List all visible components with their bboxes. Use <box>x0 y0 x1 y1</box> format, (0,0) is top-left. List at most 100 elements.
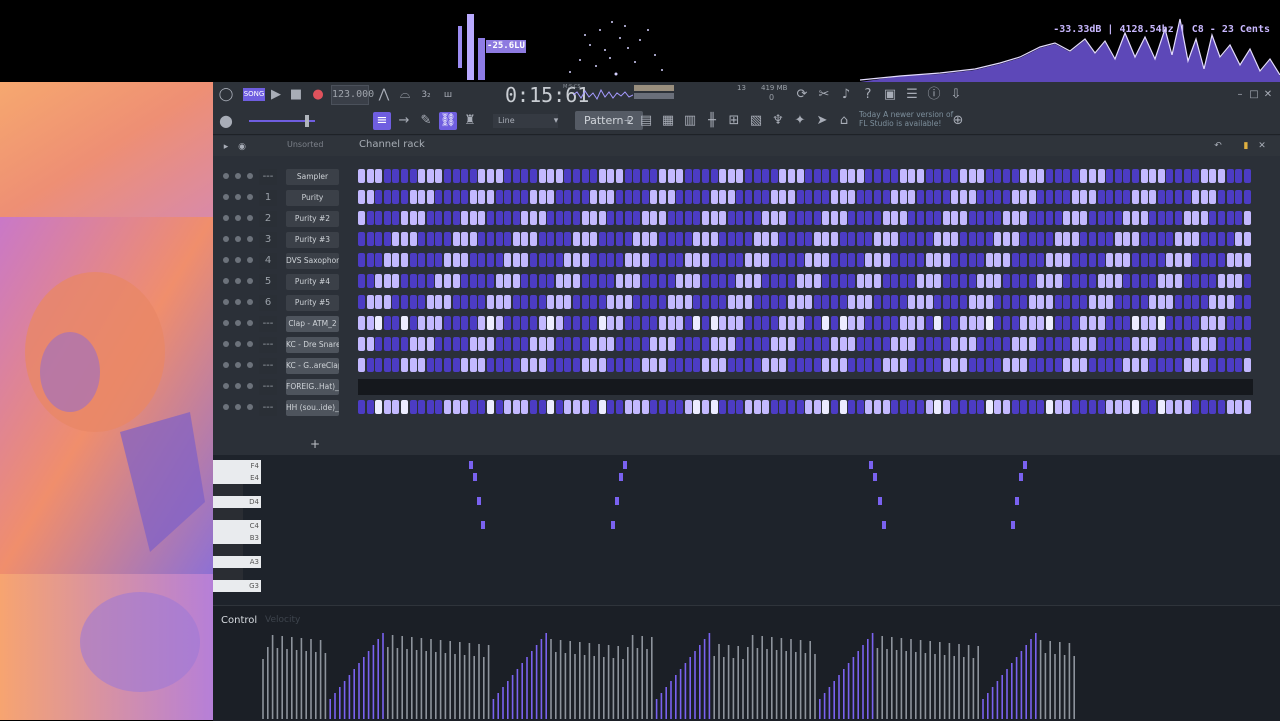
step-button[interactable] <box>779 400 787 414</box>
step-button[interactable] <box>547 211 555 225</box>
step-button[interactable] <box>401 232 408 246</box>
step-button[interactable] <box>375 337 383 351</box>
step-button[interactable] <box>977 295 985 309</box>
step-button[interactable] <box>1226 190 1234 204</box>
step-button[interactable] <box>1226 400 1234 414</box>
step-button[interactable] <box>504 316 512 330</box>
step-button[interactable] <box>882 358 890 372</box>
step-button[interactable] <box>581 211 589 225</box>
note[interactable] <box>882 521 886 529</box>
step-button[interactable] <box>770 274 778 288</box>
step-button[interactable] <box>865 232 873 246</box>
step-button[interactable] <box>1183 316 1191 330</box>
step-button[interactable] <box>762 211 770 225</box>
step-button[interactable] <box>727 211 735 225</box>
step-button[interactable] <box>1226 358 1234 372</box>
step-button[interactable] <box>1200 169 1208 183</box>
step-button[interactable] <box>1132 295 1139 309</box>
step-sequencer[interactable] <box>358 274 1253 290</box>
step-button[interactable] <box>942 295 950 309</box>
step-button[interactable] <box>899 337 907 351</box>
step-button[interactable] <box>426 337 434 351</box>
plugin-picker-icon[interactable]: ▧ <box>747 112 765 130</box>
step-button[interactable] <box>512 358 520 372</box>
step-button[interactable] <box>590 190 598 204</box>
step-button[interactable] <box>1020 190 1028 204</box>
step-button[interactable] <box>839 232 847 246</box>
step-button[interactable] <box>469 253 477 267</box>
step-button[interactable] <box>1046 190 1053 204</box>
note[interactable] <box>611 521 615 529</box>
wait-input-icon[interactable]: ⌓ <box>396 86 414 104</box>
step-button[interactable] <box>624 190 632 204</box>
step-button[interactable] <box>1003 169 1010 183</box>
step-button[interactable] <box>1209 232 1217 246</box>
step-button[interactable] <box>504 169 512 183</box>
step-button[interactable] <box>530 358 537 372</box>
step-button[interactable] <box>1097 316 1105 330</box>
step-button[interactable] <box>375 253 383 267</box>
master-volume-knob[interactable]: ● <box>217 112 235 130</box>
channel-mixer-track[interactable]: --- <box>259 337 277 353</box>
step-button[interactable] <box>1166 337 1174 351</box>
speaker-icon[interactable]: ➤ <box>813 112 831 130</box>
step-button[interactable] <box>848 190 856 204</box>
step-button[interactable] <box>598 295 606 309</box>
step-sequencer[interactable] <box>358 316 1253 332</box>
step-button[interactable] <box>1123 253 1131 267</box>
step-button[interactable] <box>770 316 778 330</box>
step-button[interactable] <box>1157 316 1165 330</box>
step-button[interactable] <box>435 274 443 288</box>
step-button[interactable] <box>796 169 804 183</box>
step-button[interactable] <box>908 211 916 225</box>
channel-volume-knob[interactable] <box>247 362 253 368</box>
step-button[interactable] <box>1037 190 1045 204</box>
step-button[interactable] <box>934 358 942 372</box>
step-button[interactable] <box>478 295 486 309</box>
step-button[interactable] <box>676 274 684 288</box>
step-button[interactable] <box>1123 169 1131 183</box>
step-button[interactable] <box>968 295 976 309</box>
step-button[interactable] <box>633 253 641 267</box>
step-button[interactable] <box>598 358 606 372</box>
step-button[interactable] <box>401 190 408 204</box>
step-button[interactable] <box>633 316 641 330</box>
step-button[interactable] <box>1183 232 1191 246</box>
step-button[interactable] <box>779 316 787 330</box>
step-button[interactable] <box>1080 169 1088 183</box>
step-button[interactable] <box>710 337 718 351</box>
step-button[interactable] <box>1046 358 1053 372</box>
step-button[interactable] <box>633 169 641 183</box>
stop-button[interactable]: ■ <box>287 86 305 104</box>
step-button[interactable] <box>633 295 641 309</box>
step-button[interactable] <box>1132 232 1139 246</box>
step-button[interactable] <box>1157 358 1165 372</box>
step-button[interactable] <box>1114 274 1122 288</box>
step-button[interactable] <box>1140 295 1148 309</box>
step-button[interactable] <box>1046 274 1053 288</box>
step-button[interactable] <box>590 232 598 246</box>
step-button[interactable] <box>822 295 830 309</box>
step-button[interactable] <box>1089 253 1096 267</box>
mixer-icon[interactable]: ☰ <box>903 86 921 104</box>
step-button[interactable] <box>865 400 873 414</box>
globe-icon[interactable]: ⊕ <box>949 112 967 130</box>
step-button[interactable] <box>469 337 477 351</box>
step-button[interactable] <box>977 274 985 288</box>
step-button[interactable] <box>1123 400 1131 414</box>
step-button[interactable] <box>641 190 649 204</box>
step-button[interactable] <box>598 337 606 351</box>
step-button[interactable] <box>796 337 804 351</box>
step-button[interactable] <box>1132 211 1139 225</box>
step-button[interactable] <box>925 211 933 225</box>
piano-key-g3[interactable]: G3 <box>213 580 261 592</box>
step-button[interactable] <box>1209 358 1217 372</box>
step-button[interactable] <box>409 190 417 204</box>
step-button[interactable] <box>1114 253 1122 267</box>
step-button[interactable] <box>366 211 374 225</box>
step-button[interactable] <box>831 400 838 414</box>
step-button[interactable] <box>375 190 383 204</box>
step-button[interactable] <box>727 274 735 288</box>
step-button[interactable] <box>478 358 486 372</box>
step-button[interactable] <box>418 337 426 351</box>
